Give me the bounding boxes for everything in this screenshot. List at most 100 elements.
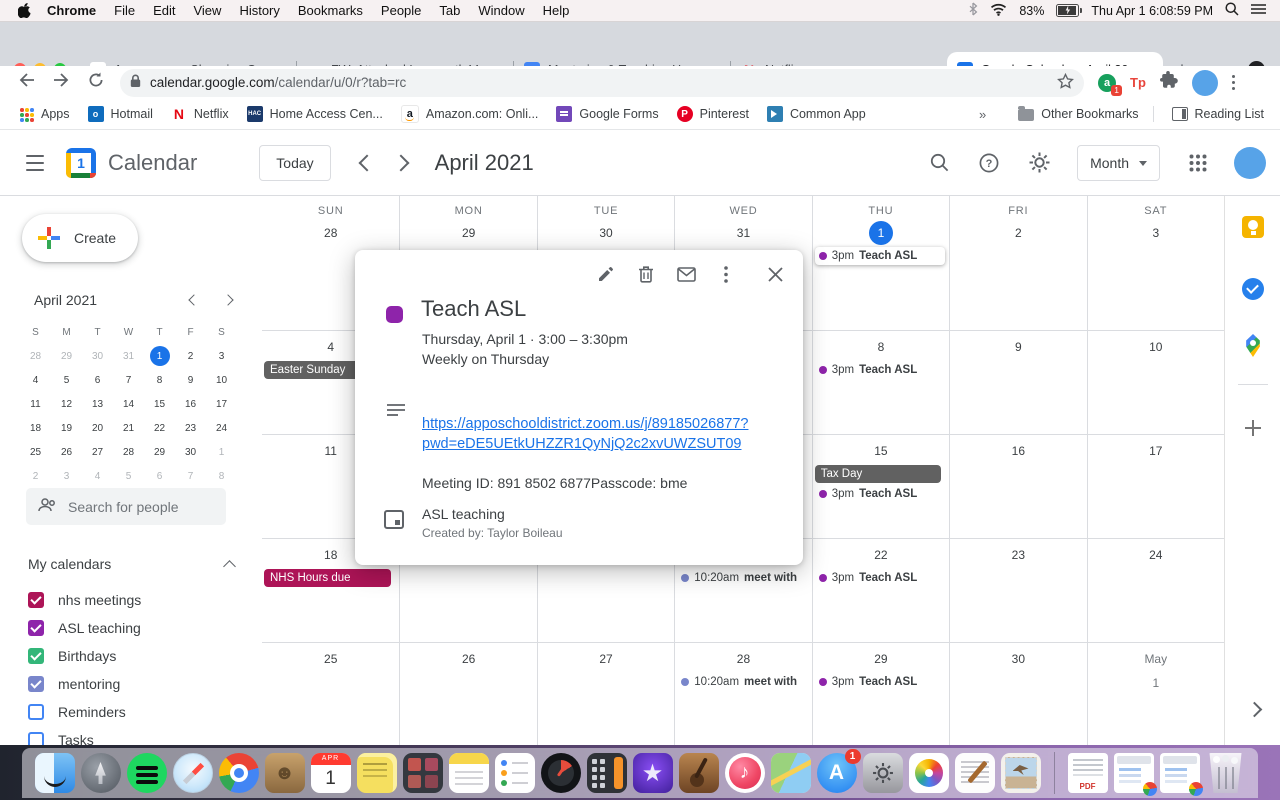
calendar-list-item[interactable]: mentoring <box>28 670 238 698</box>
mini-calendar-date[interactable]: 16 <box>175 392 206 416</box>
date-number[interactable]: 1 <box>868 221 893 245</box>
date-number[interactable]: 18 <box>319 543 343 567</box>
date-number[interactable]: 29 <box>869 647 893 671</box>
mini-calendar-date[interactable]: 24 <box>206 416 237 440</box>
mini-calendar-prev-icon[interactable] <box>188 294 200 306</box>
close-popup-icon[interactable] <box>765 264 785 284</box>
mini-calendar-date[interactable]: 7 <box>113 368 144 392</box>
google-tasks-icon[interactable] <box>1242 278 1264 300</box>
itunes-dock-icon[interactable] <box>724 753 765 793</box>
calendar-checkbox[interactable] <box>28 620 44 636</box>
bookmark-hotmail[interactable]: o Hotmail <box>87 106 153 122</box>
date-number[interactable]: 24 <box>1144 543 1168 567</box>
mini-calendar-date[interactable]: 6 <box>82 368 113 392</box>
menu-file[interactable]: File <box>105 3 144 18</box>
day-cell[interactable]: 22 3pm Teach ASL <box>811 539 950 643</box>
day-cell[interactable]: 16 <box>949 435 1087 539</box>
date-number[interactable]: 2 <box>1006 221 1030 245</box>
delete-event-trash-icon[interactable] <box>636 264 656 284</box>
extensions-puzzle-icon[interactable] <box>1159 71 1178 94</box>
date-number[interactable]: 16 <box>1006 439 1030 463</box>
stickies-dock-icon[interactable] <box>356 753 397 793</box>
system-preferences-dock-icon[interactable] <box>862 753 903 793</box>
date-number[interactable]: 10 <box>1144 335 1168 359</box>
notification-center-icon[interactable] <box>1251 3 1266 18</box>
day-cell[interactable]: 28 10:20am meet with <box>674 643 811 745</box>
event-chip[interactable]: NHS Hours due <box>264 569 392 587</box>
event-item[interactable]: 3pm Teach ASL <box>815 569 945 587</box>
tp-extension-icon[interactable]: Tp <box>1130 75 1146 90</box>
day-cell[interactable]: 26 <box>399 643 536 745</box>
date-number[interactable]: 30 <box>1006 647 1030 671</box>
imovie-dock-icon[interactable]: ★ <box>632 753 673 793</box>
mini-calendar-date[interactable]: 22 <box>144 416 175 440</box>
day-cell[interactable]: 24 <box>1086 539 1224 643</box>
main-menu-hamburger-icon[interactable] <box>26 154 44 171</box>
spotlight-search-icon[interactable] <box>1225 2 1239 19</box>
bookmark-amazon[interactable]: a Amazon.com: Onli... <box>400 105 538 123</box>
chrome-window-2-dock-icon[interactable] <box>1159 753 1203 796</box>
mini-calendar-date[interactable]: 27 <box>82 440 113 464</box>
google-keep-icon[interactable] <box>1242 216 1264 238</box>
chrome-dock-icon[interactable] <box>218 753 259 793</box>
date-number[interactable]: 28 <box>731 647 755 671</box>
event-item[interactable]: 10:20am meet with <box>677 569 807 587</box>
mini-calendar-date[interactable]: 29 <box>144 440 175 464</box>
date-number[interactable]: 31 <box>731 221 755 245</box>
menu-bookmarks[interactable]: Bookmarks <box>289 3 372 18</box>
mini-calendar-date[interactable]: 9 <box>175 368 206 392</box>
textedit-dock-icon[interactable] <box>954 753 995 793</box>
mini-calendar-date[interactable]: 26 <box>51 440 82 464</box>
calendar-checkbox[interactable] <box>28 704 44 720</box>
bookmark-forms[interactable]: Google Forms <box>556 106 659 122</box>
launchpad-dock-icon[interactable] <box>80 753 121 793</box>
mini-calendar-date[interactable]: 19 <box>51 416 82 440</box>
date-number[interactable]: 26 <box>457 647 481 671</box>
menu-view[interactable]: View <box>184 3 230 18</box>
account-avatar[interactable] <box>1234 146 1266 179</box>
mini-calendar-date[interactable]: 7 <box>175 464 206 488</box>
mini-calendar-date[interactable]: 6 <box>144 464 175 488</box>
mini-calendar-date[interactable]: 28 <box>113 440 144 464</box>
search-icon[interactable] <box>919 143 959 183</box>
bookmark-pinterest[interactable]: P Pinterest <box>676 106 749 122</box>
google-apps-grid-icon[interactable] <box>1178 143 1218 183</box>
day-cell[interactable]: 17 <box>1086 435 1224 539</box>
mini-calendar-date[interactable]: 12 <box>51 392 82 416</box>
day-cell[interactable]: THU 1 3pm Teach ASL <box>811 196 950 331</box>
my-calendars-header[interactable]: My calendars <box>28 556 236 573</box>
get-addons-button[interactable] <box>1243 418 1263 438</box>
zoom-meeting-link[interactable]: https://apposchooldistrict.zoom.us/j/891… <box>422 414 772 454</box>
day-cell[interactable]: 30 <box>949 643 1086 745</box>
mini-calendar-date[interactable]: 28 <box>20 344 51 368</box>
pdf-doc-dock-icon[interactable] <box>1067 753 1108 793</box>
day-cell[interactable]: 29 3pm Teach ASL <box>811 643 949 745</box>
panel-expand-chevron[interactable] <box>1246 701 1263 718</box>
spotify-dock-icon[interactable] <box>126 753 167 793</box>
mini-calendar-date[interactable]: 11 <box>20 392 51 416</box>
mini-calendar-date[interactable]: 21 <box>113 416 144 440</box>
maps-dock-icon[interactable] <box>770 753 811 793</box>
chrome-window-dock-icon[interactable] <box>1113 753 1157 796</box>
back-button[interactable] <box>18 72 35 93</box>
calendar-list-item[interactable]: Reminders <box>28 698 238 726</box>
event-item[interactable]: 3pm Teach ASL <box>815 485 945 503</box>
date-number[interactable]: 3 <box>1144 221 1168 245</box>
event-chip[interactable]: Tax Day <box>814 465 942 483</box>
bookmark-commonapp[interactable]: Common App <box>766 106 866 122</box>
trash-dock-icon[interactable] <box>1209 753 1242 793</box>
today-button[interactable]: Today <box>259 144 331 181</box>
notes-dock-icon[interactable] <box>448 753 489 793</box>
mini-calendar-date[interactable]: 5 <box>51 368 82 392</box>
date-number[interactable]: 27 <box>594 647 618 671</box>
address-bar[interactable]: calendar.google.com/calendar/u/0/r?tab=r… <box>120 68 1084 97</box>
collapse-caret-icon[interactable] <box>223 559 236 573</box>
translate-extension-icon[interactable]: a1 <box>1098 73 1122 96</box>
wifi-icon[interactable] <box>990 3 1007 19</box>
calendar-checkbox[interactable] <box>28 648 44 664</box>
apple-menu-icon[interactable] <box>18 3 31 18</box>
mini-calendar-date[interactable]: 1 <box>144 344 175 368</box>
menu-people[interactable]: People <box>372 3 430 18</box>
email-guests-envelope-icon[interactable] <box>676 264 696 284</box>
mini-calendar-date[interactable]: 31 <box>113 344 144 368</box>
